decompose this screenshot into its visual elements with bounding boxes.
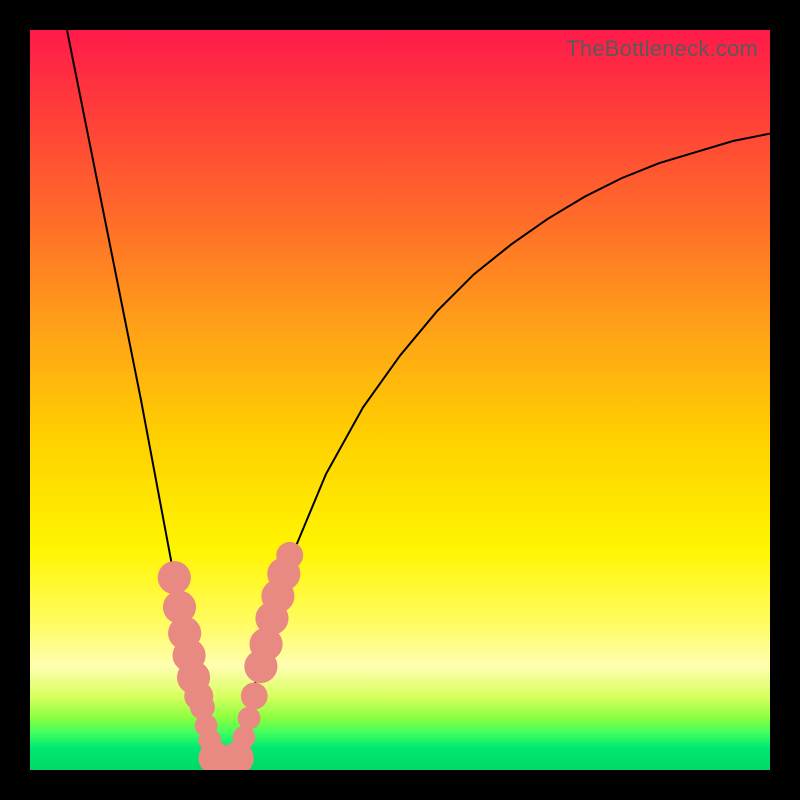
- bottleneck-chart: [30, 30, 770, 770]
- curve-right: [222, 134, 770, 770]
- watermark-label: TheBottleneck.com: [566, 36, 758, 62]
- marker-group: [158, 542, 303, 770]
- data-marker: [232, 726, 255, 749]
- data-marker: [241, 683, 268, 710]
- data-marker: [238, 707, 261, 730]
- data-marker: [276, 542, 303, 569]
- data-marker: [158, 561, 191, 594]
- chart-frame: TheBottleneck.com: [30, 30, 770, 770]
